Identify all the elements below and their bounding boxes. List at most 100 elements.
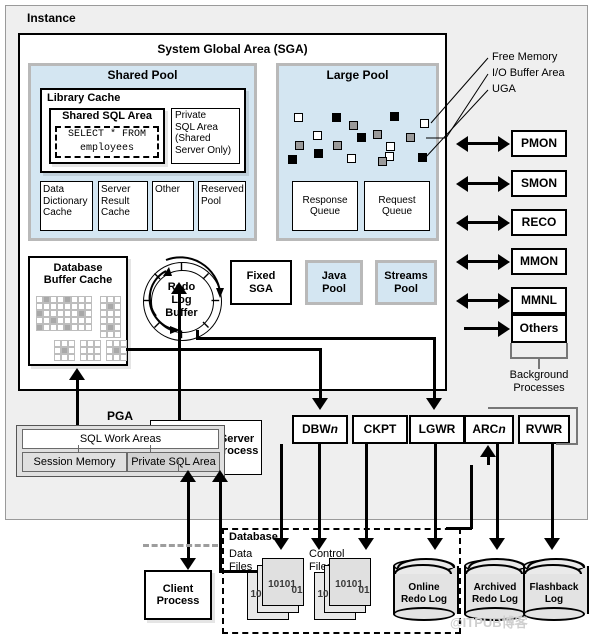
smon-connector-line — [464, 182, 500, 185]
line-dbwn-down-datafiles-2 — [318, 444, 321, 540]
line-arcn-down-archived — [496, 444, 499, 540]
large-pool-title: Large Pool — [326, 68, 389, 83]
arrow-buffercache-up — [69, 368, 85, 380]
rvwr-bracket-right — [576, 407, 578, 444]
line-redo-to-lgwr-v2 — [433, 337, 436, 400]
arrow-dbwn-down — [312, 398, 328, 410]
smon-arrow-left — [456, 175, 468, 192]
flashback-log-label: Flashback Log — [529, 582, 579, 605]
session-memory-label: Session Memory — [33, 455, 116, 468]
line-lgwr-down-redolog — [434, 444, 437, 540]
mmnl-arrow-left — [456, 292, 468, 309]
shared-sql-area-title: Shared SQL Area — [62, 109, 152, 122]
process-label-mmnl: MMNL — [521, 292, 557, 307]
process-label-lgwr: LGWR — [409, 415, 465, 444]
pmon-connector-line — [464, 142, 500, 145]
private-sql-area-label: Private SQL Area (Shared Server Only) — [175, 110, 232, 156]
private-sql-area-pga-label: Private SQL Area — [131, 455, 216, 468]
other-pool-label: Other — [155, 184, 181, 195]
arrow-serverproc-up-2 — [212, 470, 228, 482]
java-pool-label: Java Pool — [321, 270, 347, 295]
line-serverproc-to-redo-v — [178, 292, 181, 420]
line-arcn-source-v — [470, 465, 473, 529]
pga-tick-2 — [150, 445, 151, 453]
response-queue-label: Response Queue — [302, 194, 348, 217]
online-redo-log-label: Online Redo Log — [400, 582, 448, 605]
line-client-to-server — [187, 478, 190, 560]
sga-title: System Global Area (SGA) — [157, 42, 308, 57]
arrow-arcn-up — [480, 445, 496, 457]
process-label-ckpt: CKPT — [352, 415, 408, 444]
line-redo-to-lgwr-h — [196, 337, 436, 340]
process-label-reco: RECO — [521, 214, 557, 229]
bg-bracket-left — [510, 343, 512, 358]
archived-redo-log-label: Archived Redo Log — [471, 582, 519, 605]
line-rvwr-down-flashback — [551, 444, 554, 540]
data-dictionary-cache-label: Data Dictionary Cache — [43, 184, 88, 219]
pga-title: PGA — [106, 408, 133, 423]
oracle-architecture-diagram: Instance System Global Area (SGA) Shared… — [0, 0, 593, 639]
reco-arrow-left — [456, 214, 468, 231]
rvwr-name: RVWR — [525, 421, 563, 436]
mmnl-arrow-right — [498, 292, 510, 309]
line-buffercache-to-dbwn-h — [126, 348, 322, 351]
legend-io-buffer-label: I/O Buffer Area — [492, 66, 565, 79]
shared-pool-title: Shared Pool — [107, 68, 178, 83]
request-queue-label: Request Queue — [378, 194, 416, 217]
arrow-client-down — [180, 558, 196, 570]
buffer-cache-grid — [36, 296, 127, 361]
legend-free-memory-label: Free Memory — [492, 50, 558, 63]
mmon-arrow-left — [456, 253, 468, 270]
watermark: @ITPUB博客 — [450, 615, 528, 630]
arrow-client-up — [180, 470, 196, 482]
legend-uga-label: UGA — [492, 82, 516, 95]
line-dbwn-down-datafiles — [280, 444, 283, 540]
mmnl-connector-line — [464, 299, 500, 302]
mmon-connector-line — [464, 260, 500, 263]
streams-pool-label: Streams Pool — [384, 270, 428, 295]
line-buffercache-to-dbwn-v — [319, 348, 322, 400]
rvwr-bracket-top — [488, 407, 578, 409]
arrow-redo-up — [171, 282, 187, 294]
process-label-pmon: PMON — [521, 135, 557, 150]
arrow-lgwr-down — [426, 398, 442, 410]
data-files-digits-tail: 01 — [291, 585, 303, 597]
process-label-rvwr: RVWR — [518, 415, 570, 444]
fixed-sga-label: Fixed SGA — [246, 270, 276, 295]
process-label-mmon: MMON — [520, 253, 558, 268]
others-connector-line — [464, 327, 500, 330]
arcn-suffix: n — [498, 421, 506, 436]
others-arrow-right — [498, 320, 510, 337]
ckpt-name: CKPT — [363, 421, 397, 436]
process-label-smon: SMON — [521, 175, 557, 190]
database-title: Database — [229, 531, 278, 544]
process-label-others: Others — [519, 320, 559, 335]
library-cache-title: Library Cache — [47, 92, 121, 105]
sql-statement-line-2: employees — [79, 142, 134, 154]
pmon-arrow-right — [498, 135, 510, 152]
dbwn-name: DBW — [301, 421, 331, 436]
reco-connector-line — [464, 221, 500, 224]
pga-tick-1 — [78, 445, 79, 453]
redo-log-buffer-label: Redo Log Buffer — [165, 281, 198, 319]
lgwr-name: LGWR — [418, 421, 456, 436]
instance-title: Instance — [27, 11, 76, 26]
sql-work-areas-label: SQL Work Areas — [79, 432, 162, 445]
database-buffer-cache-title: Database Buffer Cache — [43, 261, 113, 286]
network-dashed-line — [143, 544, 218, 547]
reserved-pool-label: Reserved Pool — [201, 184, 244, 207]
pmon-arrow-left — [456, 135, 468, 152]
dbwn-suffix: n — [330, 421, 338, 436]
arcn-name: ARC — [472, 421, 499, 436]
process-label-arcn: ARC n — [464, 415, 514, 444]
rvwr-bracket-bottom — [556, 443, 578, 445]
reco-arrow-right — [498, 214, 510, 231]
line-ckpt-down-controlfiles — [365, 444, 368, 540]
mmon-arrow-right — [498, 253, 510, 270]
server-result-cache-label: Server Result Cache — [101, 184, 131, 219]
line-serverproc-to-buffercache-v — [76, 378, 79, 425]
smon-arrow-right — [498, 175, 510, 192]
client-process-label: Client Process — [156, 582, 200, 607]
background-processes-caption: Background Processes — [509, 369, 569, 394]
process-label-dbwn: DBW n — [292, 415, 348, 444]
